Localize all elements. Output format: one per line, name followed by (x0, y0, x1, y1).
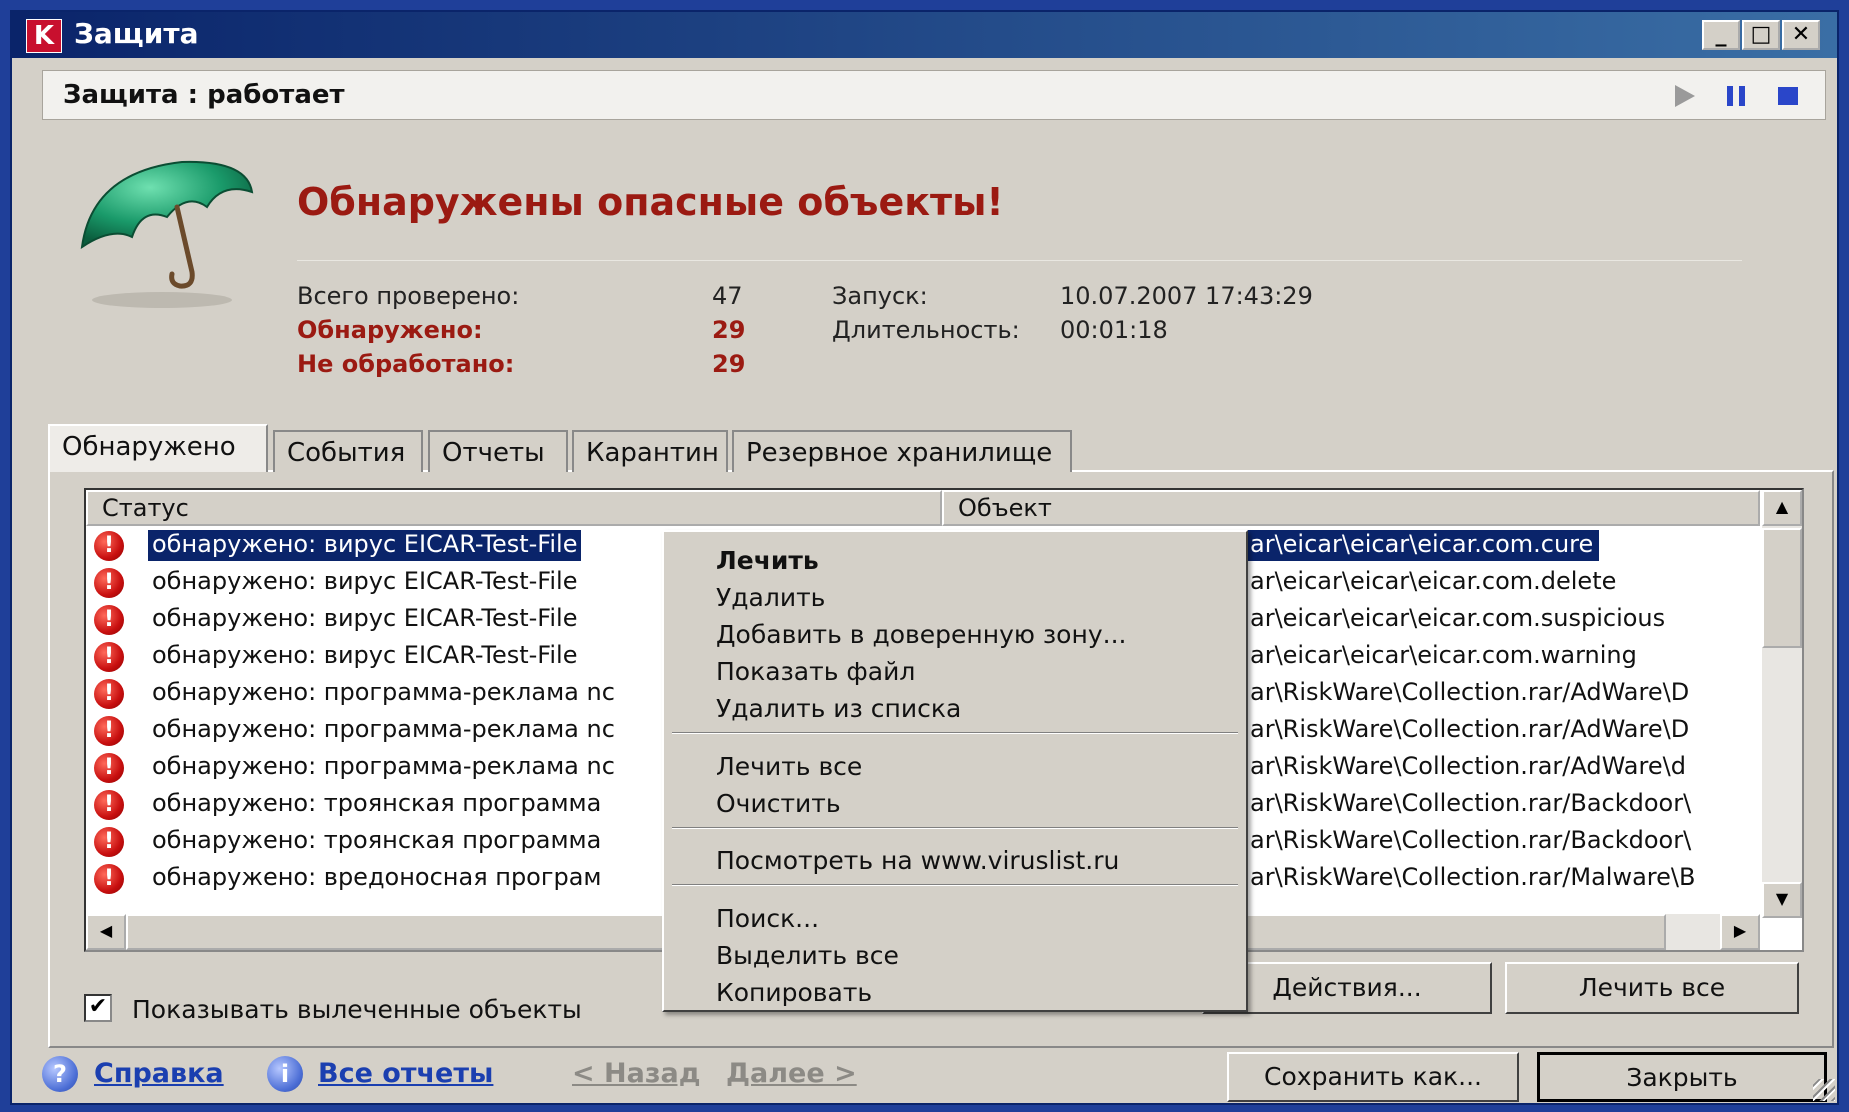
scroll-down-button[interactable]: ▼ (1762, 882, 1802, 918)
threat-alert-icon: ! (94, 679, 124, 709)
threat-alert-icon: ! (94, 790, 124, 820)
threat-alert-icon: ! (94, 827, 124, 857)
found-value: 29 (712, 316, 746, 344)
context-menu: Лечить Удалить Добавить в доверенную зону.… (662, 530, 1248, 1012)
row-object: ar\RiskWare\Collection.rar/AdWare\D (1250, 715, 1690, 743)
duration-value: 00:01:18 (1060, 316, 1168, 344)
help-link[interactable]: Справка (94, 1058, 224, 1089)
total-scanned-label: Всего проверено: (297, 282, 520, 310)
title-bar[interactable]: K Защита _ □ ✕ (12, 12, 1837, 58)
row-object: ar\eicar\eicar\eicar.com.delete (1250, 567, 1617, 595)
threat-alert-icon: ! (94, 568, 124, 598)
menu-item-clear[interactable]: Очистить (716, 789, 841, 818)
row-object: ar\RiskWare\Collection.rar/Malware\B (1250, 863, 1696, 891)
row-object: ar\eicar\eicar\eicar.com.warning (1250, 641, 1637, 669)
row-object: ar\RiskWare\Collection.rar/Backdoor\ (1250, 789, 1692, 817)
close-window-button[interactable]: ✕ (1782, 20, 1820, 50)
maximize-button[interactable]: □ (1742, 20, 1780, 50)
menu-separator (672, 884, 1238, 886)
menu-item-copy[interactable]: Копировать (716, 978, 872, 1007)
start-label: Запуск: (832, 282, 928, 310)
menu-separator (672, 827, 1238, 829)
umbrella-icon (80, 160, 254, 308)
threat-alert-icon: ! (94, 864, 124, 894)
vertical-scrollbar[interactable]: ▲ ▼ (1762, 490, 1802, 918)
row-status: обнаружено: вирус EICAR-Test-File (152, 641, 578, 669)
start-value: 10.07.2007 17:43:29 (1060, 282, 1313, 310)
found-label: Обнаружено: (297, 316, 483, 344)
scroll-up-button[interactable]: ▲ (1762, 490, 1802, 526)
threat-alert-icon: ! (94, 605, 124, 635)
row-status: обнаружено: вредоносная програм (152, 863, 602, 891)
duration-label: Длительность: (832, 316, 1020, 344)
tab-detected[interactable]: Обнаружено (48, 424, 268, 472)
show-cured-checkbox[interactable]: ✔ (84, 994, 112, 1022)
tab-reports[interactable]: Отчеты (428, 430, 568, 472)
minimize-button[interactable]: _ (1702, 20, 1740, 50)
total-scanned-value: 47 (712, 282, 743, 310)
column-object[interactable]: Объект (942, 490, 1760, 526)
tab-quarantine[interactable]: Карантин (572, 430, 728, 472)
row-status: обнаружено: троянская программа (152, 789, 602, 817)
threat-alert-icon: ! (94, 642, 124, 672)
threat-alert-icon: ! (94, 716, 124, 746)
menu-item-select-all[interactable]: Выделить все (716, 941, 899, 970)
help-icon: ? (42, 1056, 78, 1092)
stop-icon[interactable] (1775, 83, 1801, 109)
menu-item-search[interactable]: Поиск... (716, 904, 819, 933)
unprocessed-value: 29 (712, 350, 746, 378)
row-status: обнаружено: троянская программа (152, 826, 602, 854)
row-status: обнаружено: вирус EICAR-Test-File (148, 530, 582, 561)
kaspersky-logo-icon: K (26, 19, 62, 53)
cure-all-button[interactable]: Лечить все (1505, 962, 1799, 1014)
play-icon[interactable] (1671, 83, 1697, 109)
vertical-scroll-thumb[interactable] (1762, 528, 1802, 648)
row-status: обнаружено: программа-реклама nc (152, 752, 615, 780)
menu-item-add-trusted-zone[interactable]: Добавить в доверенную зону... (716, 620, 1126, 649)
protection-window: K Защита _ □ ✕ Защита : работает Обнаруж… (10, 10, 1839, 1105)
row-status: обнаружено: вирус EICAR-Test-File (152, 567, 578, 595)
row-status: обнаружено: программа-реклама nc (152, 715, 615, 743)
pause-icon[interactable] (1723, 83, 1749, 109)
resize-grip[interactable] (1813, 1079, 1835, 1101)
protection-status-text: Защита : работает (63, 80, 345, 110)
list-header: Статус Объект (86, 490, 1760, 526)
row-object: ar\RiskWare\Collection.rar/AdWare\d (1250, 752, 1686, 780)
scroll-left-button[interactable]: ◀ (86, 914, 126, 950)
protection-status-bar: Защита : работает (42, 70, 1826, 120)
menu-item-remove-from-list[interactable]: Удалить из списка (716, 694, 961, 723)
row-object: ar\eicar\eicar\eicar.com.suspicious (1250, 604, 1666, 632)
tab-backup-storage[interactable]: Резервное хранилище (732, 430, 1072, 472)
tab-events[interactable]: События (273, 430, 423, 472)
menu-item-cure-all[interactable]: Лечить все (716, 752, 862, 781)
all-reports-link[interactable]: Все отчеты (318, 1058, 493, 1089)
column-status[interactable]: Статус (86, 490, 942, 526)
menu-separator (672, 732, 1238, 734)
save-as-button[interactable]: Сохранить как... (1227, 1052, 1519, 1102)
menu-item-viruslist[interactable]: Посмотреть на www.viruslist.ru (716, 846, 1119, 875)
info-icon: i (267, 1056, 303, 1092)
divider (297, 260, 1742, 261)
threats-detected-headline: Обнаружены опасные объекты! (297, 180, 1004, 224)
row-status: обнаружено: программа-реклама nc (152, 678, 615, 706)
close-button[interactable]: Закрыть (1537, 1052, 1827, 1102)
row-object: ar\RiskWare\Collection.rar/AdWare\D (1250, 678, 1690, 706)
menu-item-delete[interactable]: Удалить (716, 583, 825, 612)
back-link[interactable]: < Назад (572, 1058, 701, 1089)
menu-item-cure[interactable]: Лечить (716, 546, 819, 575)
next-link[interactable]: Далее > (726, 1058, 857, 1089)
row-object: ar\eicar\eicar\eicar.com.cure (1244, 530, 1600, 561)
scroll-right-button[interactable]: ▶ (1720, 914, 1760, 950)
unprocessed-label: Не обработано: (297, 350, 515, 378)
row-status: обнаружено: вирус EICAR-Test-File (152, 604, 578, 632)
threat-alert-icon: ! (94, 753, 124, 783)
menu-item-show-file[interactable]: Показать файл (716, 657, 915, 686)
window-title: Защита (74, 17, 199, 50)
row-object: ar\RiskWare\Collection.rar/Backdoor\ (1250, 826, 1692, 854)
threat-alert-icon: ! (94, 531, 124, 561)
show-cured-label[interactable]: Показывать вылеченные объекты (132, 995, 582, 1024)
